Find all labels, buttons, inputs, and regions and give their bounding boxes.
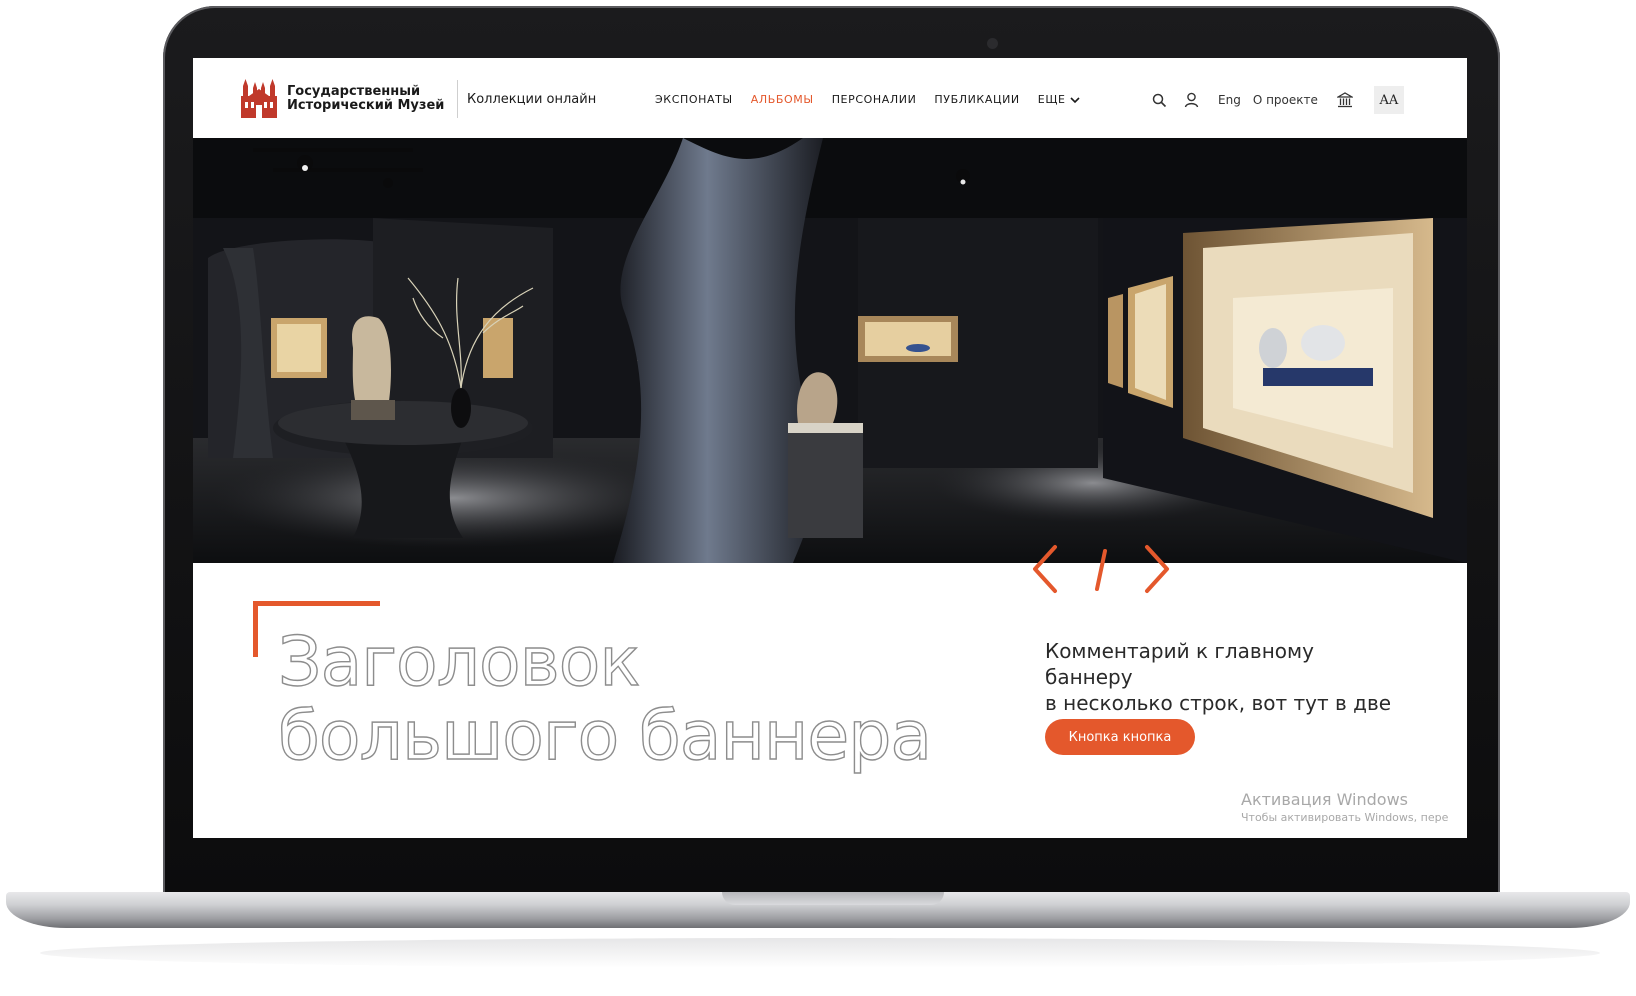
banner-title-line1: Заголовок: [277, 623, 641, 702]
museum-building-icon[interactable]: [1336, 91, 1354, 109]
banner-frame-top: [253, 601, 380, 606]
banner-title: Заголовок большого баннера: [277, 623, 978, 776]
windows-activation-title: Активация Windows: [1241, 790, 1408, 809]
chevron-right-icon[interactable]: [1145, 545, 1169, 593]
slide-separator-icon: [1095, 549, 1107, 591]
museum-name-line2: Исторический Музей: [287, 98, 445, 113]
website-screen: Государственный Исторический Музей Колле…: [193, 58, 1467, 838]
font-size-toggle[interactable]: AA: [1373, 86, 1404, 114]
brand-divider: [457, 80, 458, 118]
slider-controls: [1033, 545, 1169, 593]
hero-image: [193, 138, 1467, 563]
gallery-hall-illustration: [193, 138, 1467, 563]
search-icon[interactable]: [1150, 91, 1168, 109]
windows-activation-watermark: Активация Windows Чтобы активировать Win…: [1241, 790, 1467, 826]
main-nav: ЭКСПОНАТЫ АЛЬБОМЫ ПЕРСОНАЛИИ ПУБЛИКАЦИИ …: [655, 93, 1080, 106]
banner-title-line2: большого баннера: [277, 697, 932, 776]
museum-logo-icon[interactable]: [239, 78, 279, 120]
nav-item-exhibits[interactable]: ЭКСПОНАТЫ: [655, 93, 733, 106]
about-project-link[interactable]: О проекте: [1253, 93, 1318, 107]
nav-item-persons[interactable]: ПЕРСОНАЛИИ: [832, 93, 917, 106]
banner-comment-line2: в несколько строк, вот тут в две: [1045, 691, 1392, 715]
chevron-left-icon[interactable]: [1033, 545, 1057, 593]
base-notch: [722, 892, 944, 905]
camera-dot: [987, 38, 998, 49]
nav-more-label: ЕЩЕ: [1037, 93, 1066, 106]
nav-item-more[interactable]: ЕЩЕ: [1038, 93, 1080, 106]
header-tools: Eng О проекте AA: [1150, 86, 1404, 114]
language-switch[interactable]: Eng: [1218, 93, 1241, 107]
user-icon[interactable]: [1182, 91, 1200, 109]
museum-name-line1: Государственный: [287, 84, 421, 99]
site-header: Государственный Исторический Музей Колле…: [193, 58, 1467, 138]
collections-online-link[interactable]: Коллекции онлайн: [467, 92, 596, 107]
nav-item-albums[interactable]: АЛЬБОМЫ: [751, 93, 814, 106]
chevron-down-icon: [1069, 96, 1080, 103]
banner-cta-button[interactable]: Кнопка кнопка: [1045, 719, 1195, 755]
laptop-base: [6, 892, 1630, 928]
nav-item-publications[interactable]: ПУБЛИКАЦИИ: [934, 93, 1019, 106]
banner-comment-line1: Комментарий к главному баннеру: [1045, 639, 1314, 689]
banner-frame-left: [253, 601, 258, 657]
laptop-reflection: [40, 938, 1600, 968]
banner-comment: Комментарий к главному баннеру в несколь…: [1045, 638, 1405, 716]
museum-name[interactable]: Государственный Исторический Музей: [287, 85, 447, 113]
windows-activation-subtitle: Чтобы активировать Windows, пере: [1241, 811, 1449, 824]
